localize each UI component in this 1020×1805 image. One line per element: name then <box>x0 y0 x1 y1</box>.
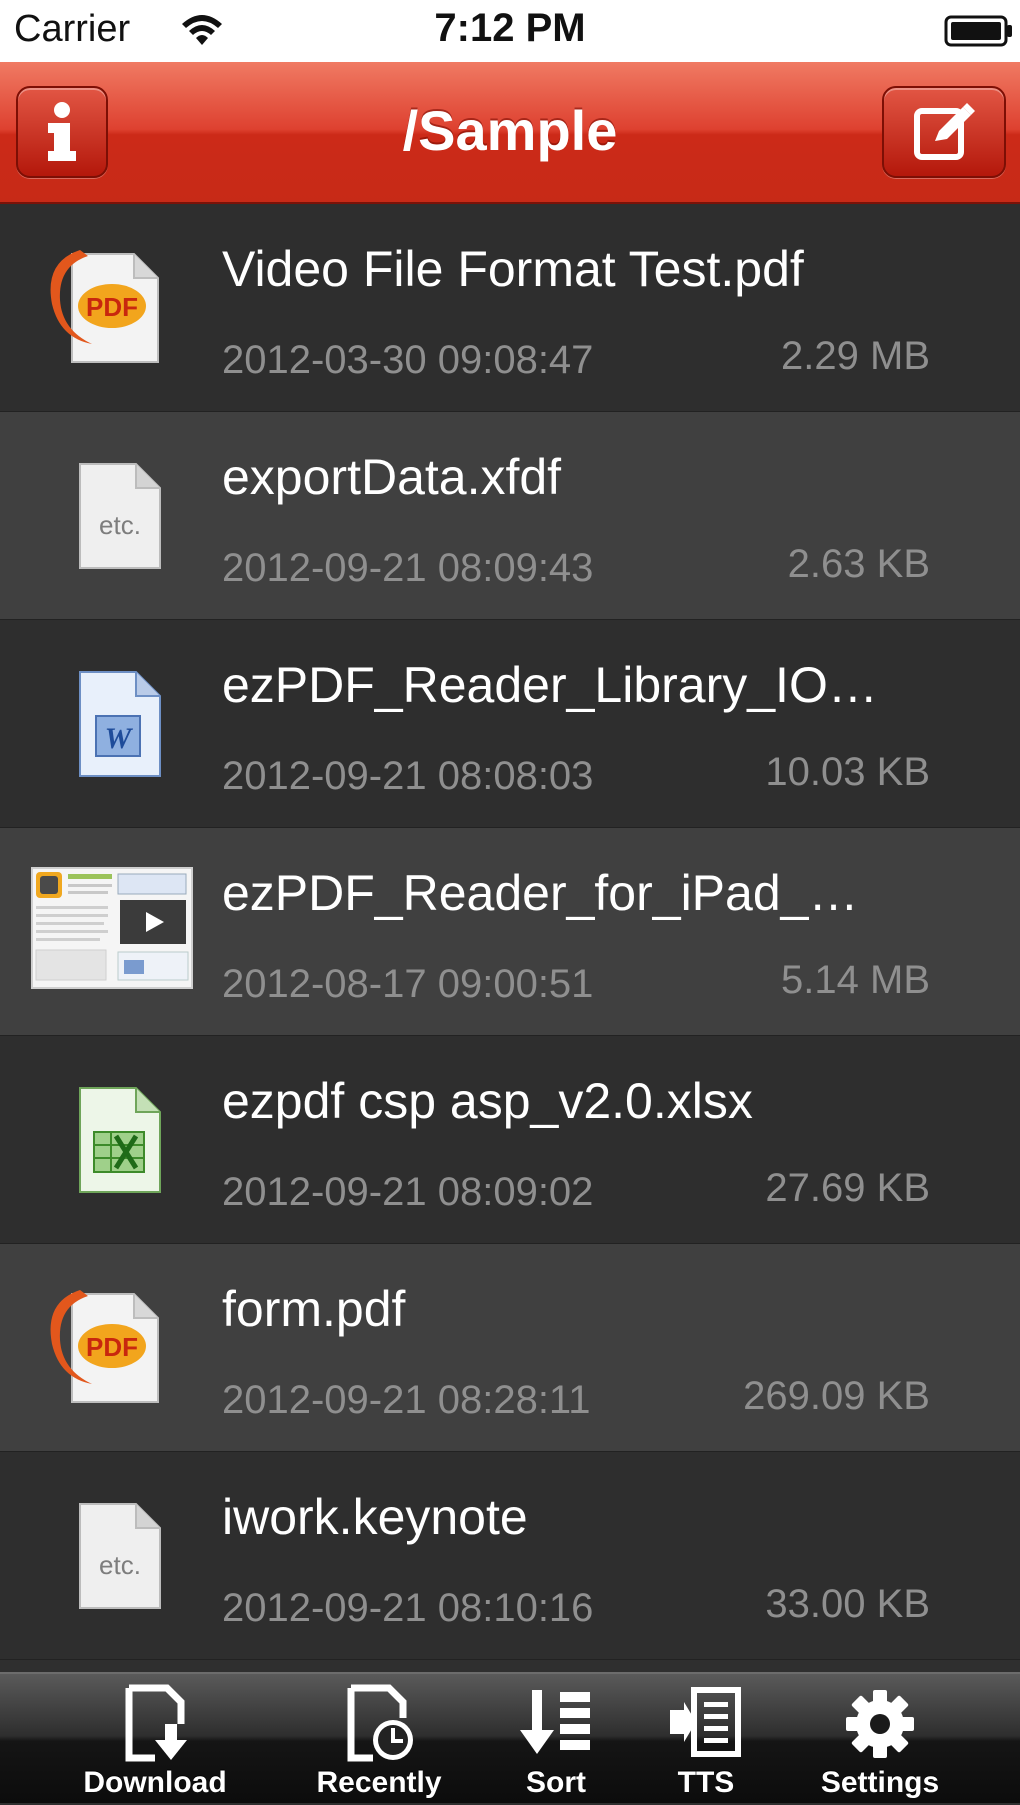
svg-text:etc.: etc. <box>99 1550 141 1580</box>
excel-file-icon <box>79 1087 161 1193</box>
svg-text:etc.: etc. <box>99 510 141 540</box>
pdf-file-icon: PDF <box>50 250 159 363</box>
svg-text:PDF: PDF <box>86 292 138 322</box>
file-date: 2012-08-17 09:00:51 <box>222 962 594 1006</box>
file-size: 33.00 KB <box>765 1582 930 1626</box>
file-row[interactable]: ezPDF_Reader_for_iPad_… 2012-08-17 09:00… <box>0 828 1020 1036</box>
recently-button[interactable]: Recently <box>284 1674 474 1805</box>
file-name: ezPDF_Reader_for_iPad_… <box>222 865 859 921</box>
file-row[interactable]: PDF Video File Format Test.pdf 2012-03-3… <box>0 204 1020 412</box>
sort-icon <box>520 1690 590 1754</box>
file-date: 2012-09-21 08:08:03 <box>222 754 594 798</box>
file-list: PDF Video File Format Test.pdf 2012-03-3… <box>0 204 1020 1670</box>
file-date: 2012-09-21 08:28:11 <box>222 1378 591 1422</box>
file-size: 5.14 MB <box>781 958 930 1002</box>
settings-button[interactable]: Settings <box>800 1674 960 1805</box>
svg-text:W: W <box>105 722 134 755</box>
sort-button[interactable]: Sort <box>476 1674 636 1805</box>
file-name: ezPDF_Reader_Library_IO… <box>222 657 878 713</box>
compose-icon <box>914 103 975 160</box>
file-row[interactable]: etc. exportData.xfdf 2012-09-21 08:09:43… <box>0 412 1020 620</box>
download-label: Download <box>83 1766 227 1799</box>
tts-icon <box>670 1687 741 1757</box>
tts-button[interactable]: TTS <box>626 1674 786 1805</box>
status-time: 7:12 PM <box>434 6 586 50</box>
bottom-toolbar: Download Recently Sort TTS Settings <box>0 1672 1020 1803</box>
battery-icon <box>944 15 1012 47</box>
settings-label: Settings <box>820 1766 940 1799</box>
status-bar: Carrier 7:12 PM <box>0 0 1020 62</box>
tts-label: TTS <box>677 1766 735 1799</box>
file-size: 269.09 KB <box>743 1374 930 1418</box>
file-row[interactable]: etc. iwork.keynote 2012-09-21 08:10:16 3… <box>0 1452 1020 1660</box>
generic-file-icon: etc. <box>79 1503 161 1609</box>
recently-label: Recently <box>316 1766 442 1799</box>
file-size: 27.69 KB <box>765 1166 930 1210</box>
word-file-icon: W <box>79 671 161 777</box>
file-size: 2.29 MB <box>781 334 930 378</box>
file-date: 2012-09-21 08:10:16 <box>222 1586 594 1630</box>
pdf-file-icon: PDF <box>50 1290 159 1403</box>
file-name: ezpdf csp asp_v2.0.xlsx <box>222 1073 753 1129</box>
file-date: 2012-09-21 08:09:02 <box>222 1170 594 1214</box>
recent-clock-icon <box>347 1684 413 1762</box>
file-size: 10.03 KB <box>765 750 930 794</box>
file-row[interactable]: ezpdf csp asp_v2.0.xlsx 2012-09-21 08:09… <box>0 1036 1020 1244</box>
navigation-bar: /Sample <box>0 62 1020 204</box>
file-row[interactable]: PDF form.pdf 2012-09-21 08:28:11 269.09 … <box>0 1244 1020 1452</box>
sort-label: Sort <box>526 1766 586 1799</box>
gear-icon <box>846 1690 914 1758</box>
download-button[interactable]: Download <box>60 1674 250 1805</box>
file-date: 2012-09-21 08:09:43 <box>222 546 594 590</box>
generic-file-icon: etc. <box>79 463 161 569</box>
file-name: exportData.xfdf <box>222 449 562 505</box>
file-name: iwork.keynote <box>222 1489 528 1545</box>
file-date: 2012-03-30 09:08:47 <box>222 338 594 382</box>
edit-button[interactable] <box>882 86 1006 178</box>
file-size: 2.63 KB <box>787 542 930 586</box>
download-icon <box>125 1684 187 1762</box>
file-name: form.pdf <box>222 1281 406 1337</box>
file-name: Video File Format Test.pdf <box>222 241 804 297</box>
file-row[interactable]: W ezPDF_Reader_Library_IO… 2012-09-21 08… <box>0 620 1020 828</box>
page-title: /Sample <box>402 99 618 162</box>
document-thumbnail <box>31 867 193 989</box>
svg-text:PDF: PDF <box>86 1332 138 1362</box>
